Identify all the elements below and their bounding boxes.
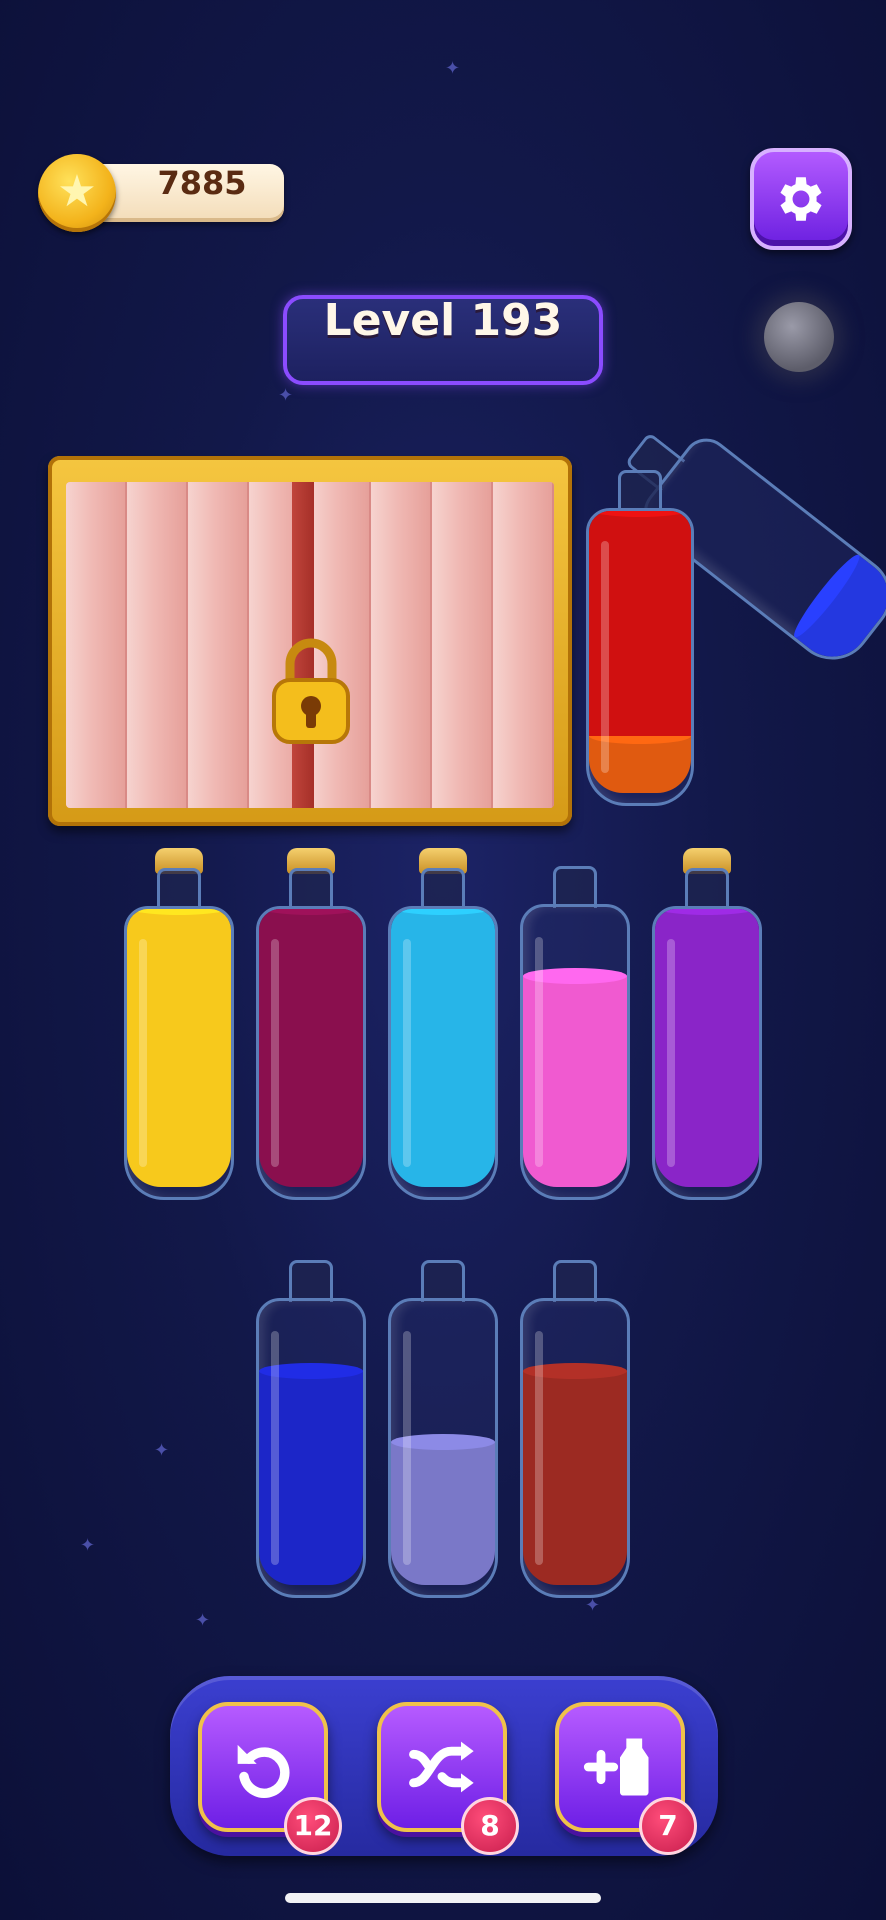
bottle-blue[interactable]	[256, 1260, 366, 1598]
bottle-glass	[586, 508, 694, 806]
bottle-lavender[interactable]	[388, 1260, 498, 1598]
bottle-neck	[289, 1260, 333, 1302]
shuffle-icon	[409, 1741, 474, 1793]
glass-shine	[403, 1331, 411, 1565]
background-star: ✦	[154, 1440, 170, 1461]
bottle-brown[interactable]	[520, 1260, 630, 1598]
glass-shine	[271, 939, 279, 1167]
background-star: ✦	[195, 1610, 211, 1631]
bottle-glass	[520, 1298, 630, 1598]
bottle-pink[interactable]	[520, 866, 630, 1200]
bottle-neck	[289, 868, 333, 910]
bottle-neck	[421, 1260, 465, 1302]
bottle-glass	[388, 1298, 498, 1598]
bottle-purple[interactable]	[652, 848, 762, 1200]
glass-shine	[403, 939, 411, 1167]
bottle-neck	[685, 868, 729, 910]
bottle-neck	[618, 470, 662, 512]
bottle-neck	[553, 1260, 597, 1302]
bottle-glass	[256, 1298, 366, 1598]
background-star: ✦	[445, 58, 461, 79]
bottle-glass	[520, 904, 630, 1200]
bottle-red-orange[interactable]	[586, 470, 694, 806]
bottle-glass	[256, 906, 366, 1200]
background-star: ✦	[80, 1535, 96, 1556]
glass-shine	[535, 937, 543, 1167]
background-star: ✦	[585, 1595, 601, 1616]
star-coin-icon: ★	[38, 154, 116, 232]
background-star: ✦	[278, 385, 294, 406]
glass-shine	[667, 939, 675, 1167]
home-indicator[interactable]	[285, 1893, 601, 1903]
level-label: Level 193	[323, 295, 563, 346]
undo-count-badge: 12	[284, 1797, 342, 1855]
bottle-maroon[interactable]	[256, 848, 366, 1200]
bottle-neck	[157, 868, 201, 910]
bottle-yellow[interactable]	[124, 848, 234, 1200]
floating-indicator	[764, 302, 834, 372]
bottle-glass	[652, 906, 762, 1200]
settings-button[interactable]	[750, 148, 852, 250]
add-bottle-count-badge: 7	[639, 1797, 697, 1855]
glass-shine	[601, 541, 609, 773]
shuffle-count-badge: 8	[461, 1797, 519, 1855]
glass-shine	[139, 939, 147, 1167]
gear-icon	[780, 177, 822, 221]
bottle-glass	[124, 906, 234, 1200]
bottle-neck	[553, 866, 597, 908]
add-bottle-icon	[583, 1738, 649, 1796]
glass-shine	[271, 1331, 279, 1565]
coin-count: 7885	[157, 164, 247, 202]
bottle-glass	[388, 906, 498, 1200]
undo-icon	[237, 1744, 290, 1798]
bottle-neck	[421, 868, 465, 910]
glass-shine	[535, 1331, 543, 1565]
padlock-icon	[272, 638, 350, 744]
bottle-cyan[interactable]	[388, 848, 498, 1200]
